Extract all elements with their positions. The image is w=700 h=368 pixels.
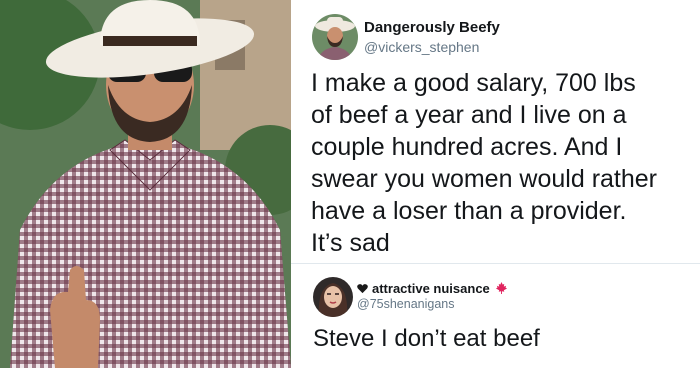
display-name[interactable]: attractive nuisance [372,281,490,296]
display-name[interactable]: Dangerously Beefy [364,19,500,36]
username-handle[interactable]: @75shenanigans [357,297,455,311]
profile-picture-icon [312,14,358,60]
tweet-photo [0,0,291,368]
username-handle[interactable]: @vickers_stephen [364,39,479,55]
black-heart-icon [357,283,368,293]
name-row: attractive nuisance [357,280,508,296]
original-tweet[interactable]: Dangerously Beefy @vickers_stephen I mak… [291,0,700,263]
reply-tweet[interactable]: attractive nuisance @75shenanigans Steve… [291,264,700,368]
avatar[interactable] [312,14,358,60]
maple-leaf-icon [495,282,507,294]
avatar[interactable] [313,277,353,317]
profile-picture-icon [313,277,353,317]
cowboy-photo-illustration [0,0,291,368]
tweet-text: Steve I don’t eat beef [313,325,540,352]
tweet-text: I make a good salary, 700 lbs of beef a … [311,69,657,257]
